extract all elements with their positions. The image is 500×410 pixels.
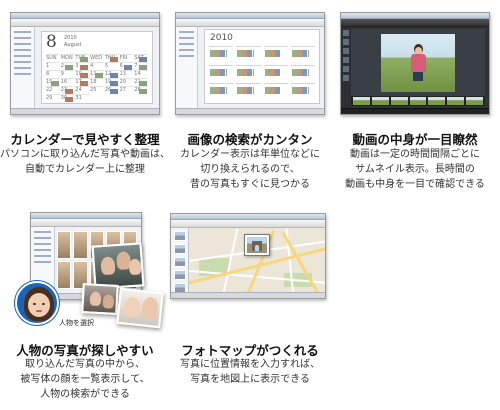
calendar-weekday-label: SUN [46, 54, 60, 61]
person-figure [409, 44, 427, 81]
description-line: 昔の写真もすぐに見つかる [190, 179, 310, 190]
feature-description: 動画は一定の時間間隔ごとに サムネイル表示。長時間の 動画も中身を一目で確認でき… [330, 147, 500, 192]
description-line: 写真を地図上に表示できる [190, 374, 310, 385]
calendar-screenshot: 8 2010 August SUN MON TUE WED THU FRI SAT 1 2 3 4 5… [10, 12, 160, 115]
calendar-day-cell[interactable]: 22 [46, 86, 60, 93]
status-bar [171, 292, 325, 298]
calendar-day-cell[interactable]: 5 [104, 62, 119, 69]
calendar-weekday-label: WED [90, 54, 104, 61]
selected-face-avatar [15, 281, 59, 325]
calendar-day-cell[interactable]: 6 [119, 62, 134, 70]
calendar-day-cell[interactable]: 7 [134, 62, 148, 70]
map-view[interactable] [189, 228, 325, 292]
calendar-day-cell[interactable]: 10 [75, 70, 90, 78]
calendar-day-cell[interactable]: 21 [134, 78, 148, 86]
year-calendar: 2010 [204, 29, 320, 104]
calendar-day-cell[interactable]: 18 [90, 78, 104, 85]
sidebar [176, 27, 198, 108]
description-line: 被写体の顔を一覧表示して、 [20, 374, 150, 385]
calendar-day-cell[interactable]: 1 [46, 62, 60, 69]
calendar-day-cell[interactable]: 17 [75, 78, 90, 86]
feature-description: 写真に位置情報を入力すれば、 写真を地図上に表示できる [165, 357, 335, 387]
calendar-day-cell[interactable]: 30 [60, 94, 75, 102]
video-sidebar [341, 27, 351, 108]
feature-description: 取り込んだ写真の中から、 被写体の顔を一覧表示して、 人物の検索ができる [0, 357, 170, 402]
calendar-day-cell[interactable]: 16 [60, 78, 75, 85]
description-line: カレンダー表示は年単位などに [180, 149, 320, 160]
feature-title: カレンダーで見やすく整理 [10, 132, 160, 147]
calendar-day-cell[interactable]: 24 [75, 86, 90, 93]
photo-map-screenshot [170, 213, 326, 299]
description-line: パソコンに取り込んだ写真や動画は、 [0, 149, 170, 160]
year-label: 2010 [210, 33, 233, 43]
calendar-day-cell[interactable]: 11 [90, 70, 104, 78]
description-line: 動画は一定の時間間隔ごとに [350, 149, 480, 160]
window-toolbar [341, 19, 489, 27]
calendar-day-cell[interactable]: 20 [119, 78, 134, 85]
description-line: 切り換えられるので、 [200, 164, 300, 175]
calendar-day-cell[interactable]: 8 [46, 70, 60, 77]
calendar-year: 2010 [64, 35, 77, 41]
description-line: 人物の検索ができる [40, 389, 130, 400]
month-grid [209, 46, 315, 99]
window-toolbar [176, 19, 324, 27]
calendar-day-cell[interactable]: 4 [90, 62, 104, 69]
calendar-day-cell[interactable]: 23 [60, 86, 75, 94]
description-line: サムネイル表示。長時間の [355, 164, 475, 175]
calendar-day-cell[interactable]: 15 [46, 78, 60, 86]
calendar-day-cell[interactable]: 19 [104, 78, 119, 86]
description-line: 自動でカレンダー上に整理 [25, 164, 145, 175]
map-photo-list [171, 228, 189, 293]
calendar-day-cell[interactable]: 2 [60, 62, 75, 70]
photo-map-pin[interactable] [244, 234, 270, 256]
sidebar [11, 27, 35, 108]
feature-description: カレンダー表示は年単位などに 切り換えられるので、 昔の写真もすぐに見つかる [165, 147, 335, 192]
calendar-day-cell[interactable]: 29 [46, 94, 60, 101]
calendar-weekday-label: SAT [134, 54, 148, 62]
calendar-day-cell[interactable]: 26 [104, 86, 119, 94]
video-thumbnail-strip [351, 96, 485, 106]
video-frame [381, 34, 455, 92]
feature-description: パソコンに取り込んだ写真や動画は、 自動でカレンダー上に整理 [0, 147, 170, 177]
description-line: 写真に位置情報を入力すれば、 [180, 359, 320, 370]
portrait-photo [81, 283, 119, 315]
video-screenshot [340, 12, 490, 115]
calendar-weekday-label: MON [60, 54, 75, 61]
calendar-grid: SUN MON TUE WED THU FRI SAT 1 2 3 4 5 6 7 8 9 10 11 12 13 14… [46, 54, 148, 102]
status-bar [176, 108, 324, 114]
calendar-month: August [64, 42, 82, 48]
calendar-weekday-label: FRI [119, 54, 134, 61]
calendar-day-cell[interactable]: 27 [119, 86, 134, 93]
description-line: 取り込んだ写真の中から、 [25, 359, 145, 370]
feature-title: 動画の中身が一目瞭然 [352, 132, 478, 147]
calendar-weekday-label: THU [104, 54, 119, 62]
calendar-day-cell[interactable]: 9 [60, 70, 75, 77]
calendar-day-cell[interactable]: 3 [75, 62, 90, 70]
couple-photo [116, 287, 164, 329]
calendar-day-cell[interactable]: 14 [134, 70, 148, 77]
status-bar [341, 108, 489, 114]
group-photo [91, 242, 145, 290]
calendar-day-number: 8 [46, 32, 57, 52]
calendar-view: 8 2010 August SUN MON TUE WED THU FRI SAT 1 2 3 4 5… [41, 31, 153, 104]
window-toolbar [171, 220, 325, 228]
calendar-header: 8 2010 August [46, 32, 82, 52]
face-select-label: 人物を選択 [59, 319, 94, 327]
video-player [351, 29, 485, 96]
calendar-day-cell[interactable]: 31 [75, 94, 90, 101]
calendar-weekday-label: TUE [75, 54, 90, 62]
calendar-day-cell[interactable]: 28 [134, 86, 148, 94]
status-bar [11, 108, 159, 114]
calendar-day-cell[interactable]: 12 [104, 70, 119, 78]
feature-title: 画像の検索がカンタン [187, 132, 313, 147]
year-view-screenshot: 2010 [175, 12, 325, 115]
window-toolbar [11, 19, 159, 27]
calendar-day-cell[interactable]: 25 [90, 86, 104, 93]
calendar-day-cell[interactable]: 13 [119, 70, 134, 77]
description-line: 動画も中身を一目で確認できる [345, 179, 485, 190]
window-toolbar [31, 219, 141, 227]
